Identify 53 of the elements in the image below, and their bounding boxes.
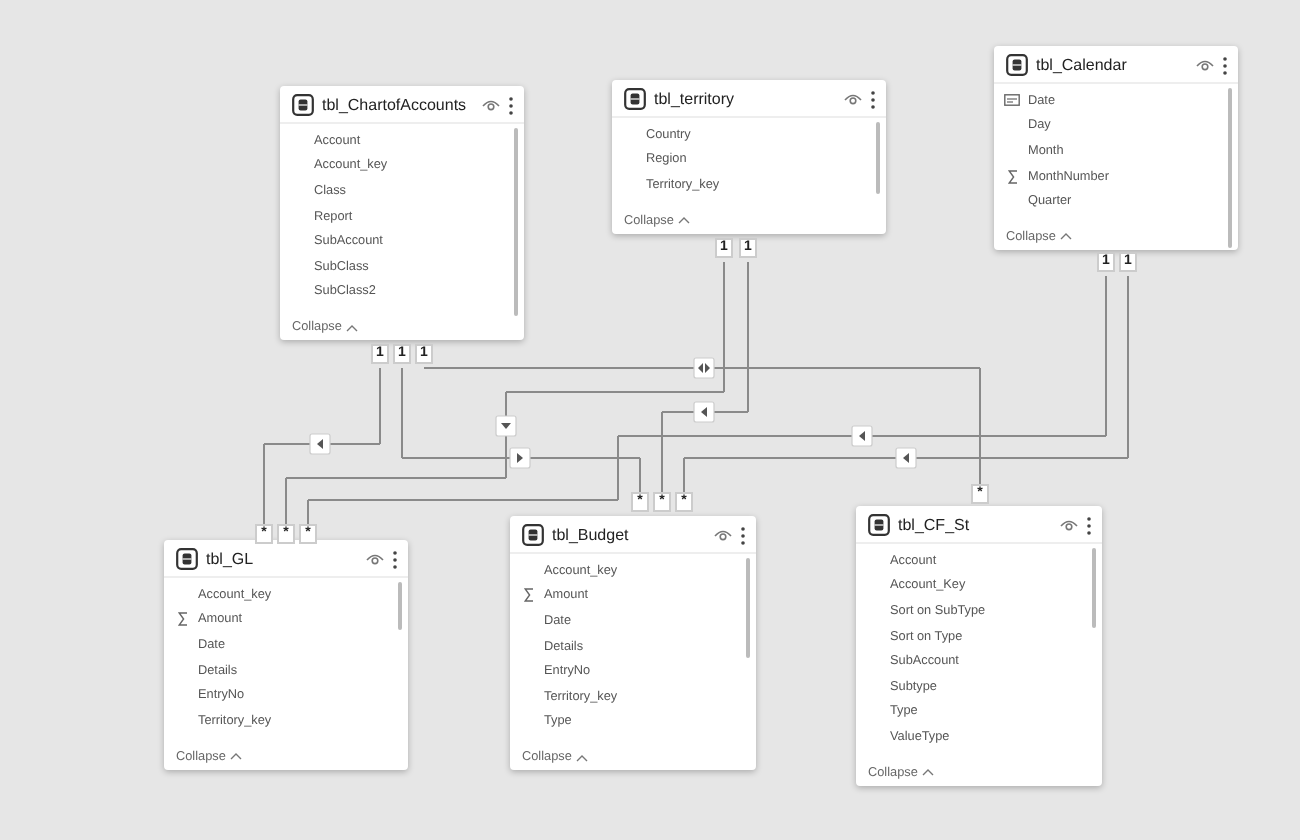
caret-up-icon — [345, 323, 358, 332]
eye-icon[interactable] — [714, 528, 732, 542]
more-options-icon[interactable] — [870, 89, 876, 109]
relationship-line[interactable] — [661, 411, 749, 413]
more-options-icon[interactable] — [740, 525, 746, 545]
more-options-icon[interactable] — [1086, 515, 1092, 535]
table-title: tbl_Budget — [552, 526, 631, 544]
sigma-icon — [1007, 169, 1017, 184]
relationship-line[interactable] — [263, 443, 381, 445]
filter-direction-icon — [693, 401, 715, 423]
more-options-icon[interactable] — [1222, 55, 1228, 75]
eye-icon[interactable] — [482, 98, 500, 112]
eye-icon[interactable] — [844, 92, 862, 106]
table-icon — [292, 94, 314, 116]
table-icon — [176, 548, 198, 570]
filter-direction-icon — [693, 357, 715, 379]
caret-up-icon — [575, 753, 588, 762]
relationship-line[interactable] — [683, 457, 1129, 459]
calendar-icon — [1004, 94, 1020, 107]
scrollbar-thumb[interactable] — [514, 128, 518, 316]
scrollbar-thumb[interactable] — [398, 582, 402, 630]
caret-up-icon — [921, 768, 934, 777]
sigma-icon — [177, 612, 187, 627]
scrollbar-thumb[interactable] — [876, 122, 880, 194]
filter-direction-icon — [309, 433, 331, 455]
filter-direction-icon — [851, 425, 873, 447]
eye-icon[interactable] — [366, 552, 384, 566]
scrollbar-thumb[interactable] — [746, 558, 750, 658]
table-icon — [624, 88, 646, 110]
caret-up-icon — [229, 752, 242, 761]
eye-icon[interactable] — [1060, 518, 1078, 532]
more-options-icon[interactable] — [392, 549, 398, 569]
sigma-icon — [523, 588, 533, 603]
eye-icon[interactable] — [1196, 58, 1214, 72]
caret-up-icon — [677, 216, 690, 225]
scrollbar-thumb[interactable] — [1092, 548, 1096, 628]
relationship-line[interactable] — [401, 457, 641, 459]
relationship-line[interactable] — [617, 435, 1107, 437]
filter-direction-icon — [495, 415, 517, 437]
table-icon — [868, 514, 890, 536]
filter-direction-icon — [895, 447, 917, 469]
caret-up-icon — [1059, 232, 1072, 241]
more-options-icon[interactable] — [508, 95, 514, 115]
filter-direction-icon — [509, 447, 531, 469]
relationship-line[interactable] — [505, 391, 507, 479]
table-title: tbl_Calendar — [1036, 56, 1129, 74]
table-title: tbl_ChartofAccounts — [322, 96, 469, 114]
table-title: tbl_territory — [654, 90, 737, 108]
table-title: tbl_CF_St — [898, 516, 972, 534]
table-icon — [522, 524, 544, 546]
table-icon — [1006, 54, 1028, 76]
scrollbar-thumb[interactable] — [1228, 88, 1232, 248]
table-title: tbl_GL — [206, 550, 256, 568]
